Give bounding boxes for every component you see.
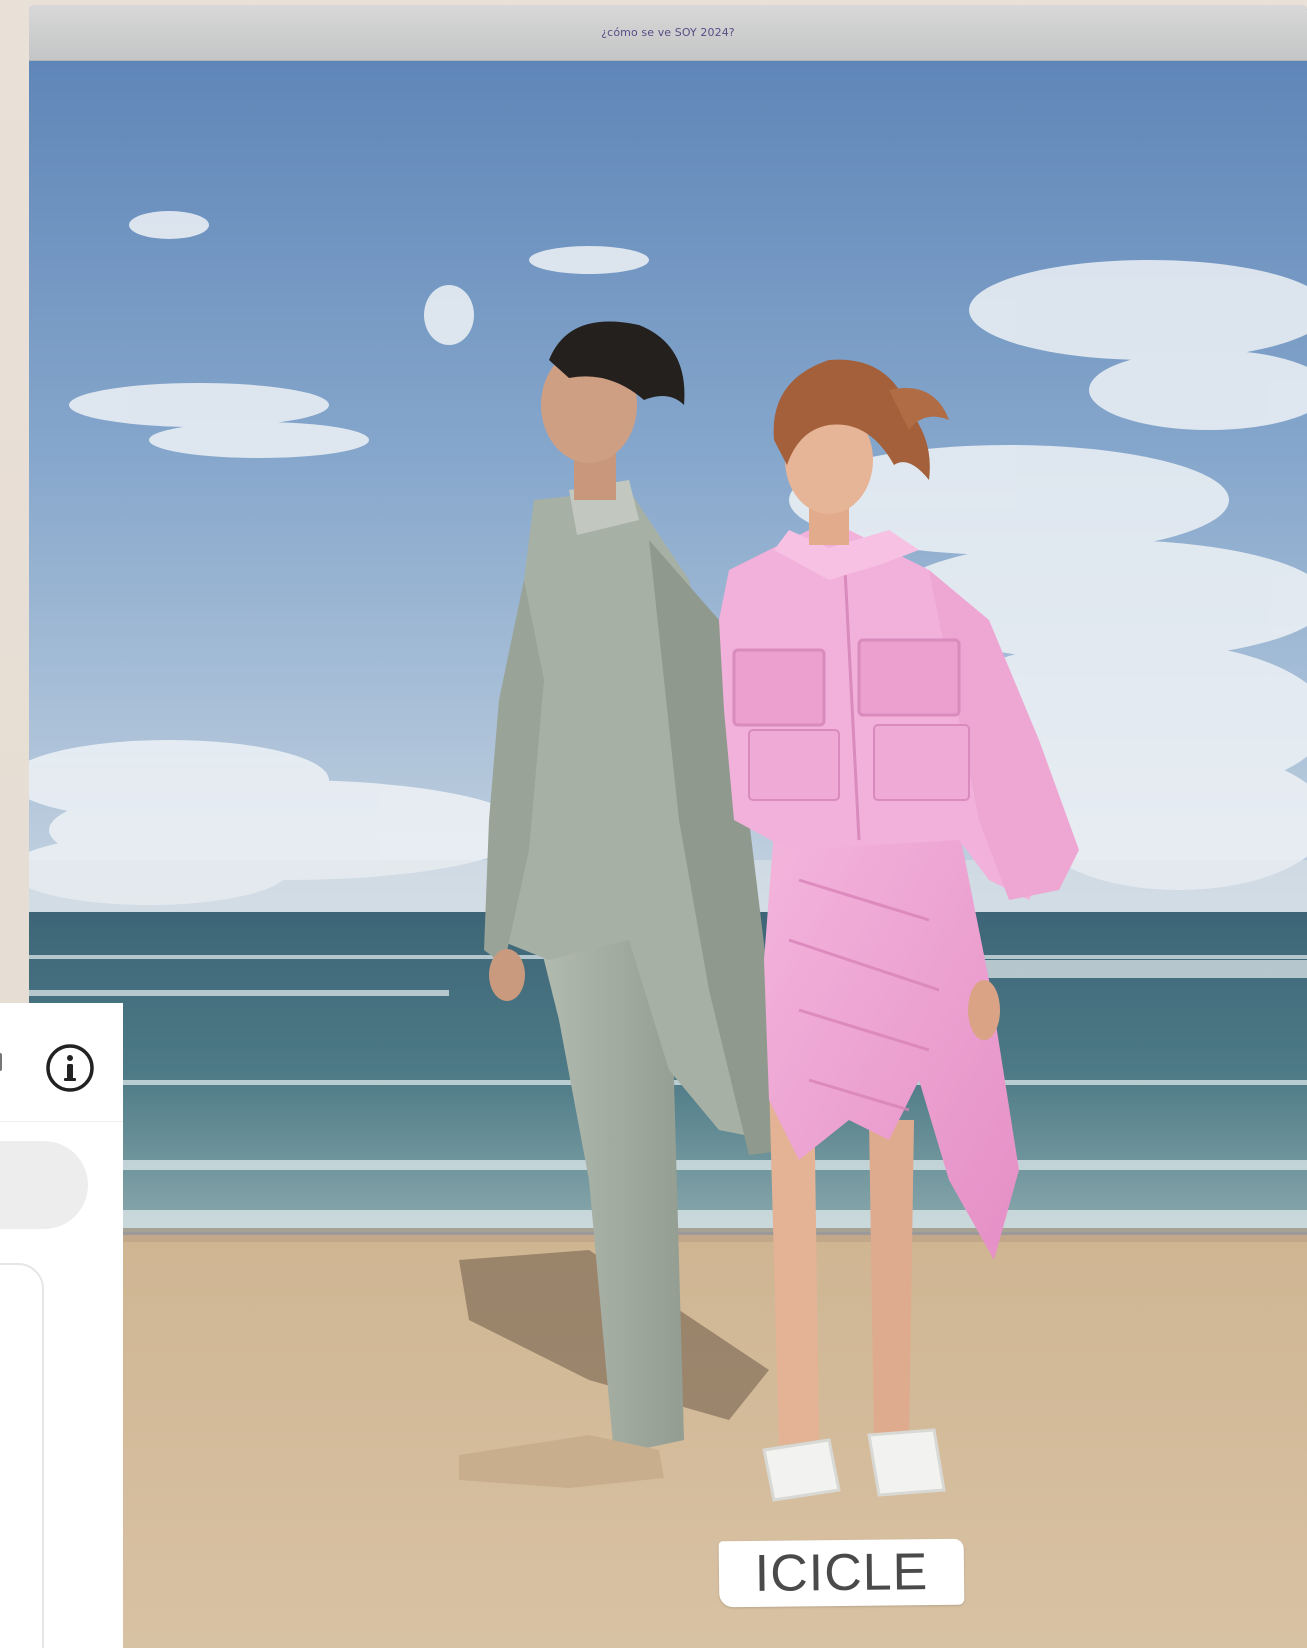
image-viewer: ¿cómo se ve SOY 2024? ICICLE	[29, 5, 1307, 1648]
panel-pill-button[interactable]	[0, 1141, 88, 1229]
side-panel	[0, 1003, 123, 1648]
campaign-photo	[29, 60, 1307, 1648]
panel-divider	[0, 1121, 123, 1122]
page-background: ¿cómo se ve SOY 2024? ICICLE	[0, 0, 1307, 1648]
brand-label: ICICLE	[718, 1538, 965, 1608]
panel-edge-mark	[0, 1053, 2, 1071]
beach-scene	[29, 60, 1307, 1648]
info-icon[interactable]	[44, 1042, 96, 1094]
viewer-title: ¿cómo se ve SOY 2024?	[601, 26, 735, 39]
viewer-title-bar: ¿cómo se ve SOY 2024?	[29, 5, 1307, 61]
brand-label-text: ICICLE	[754, 1543, 929, 1603]
panel-card	[0, 1263, 44, 1648]
